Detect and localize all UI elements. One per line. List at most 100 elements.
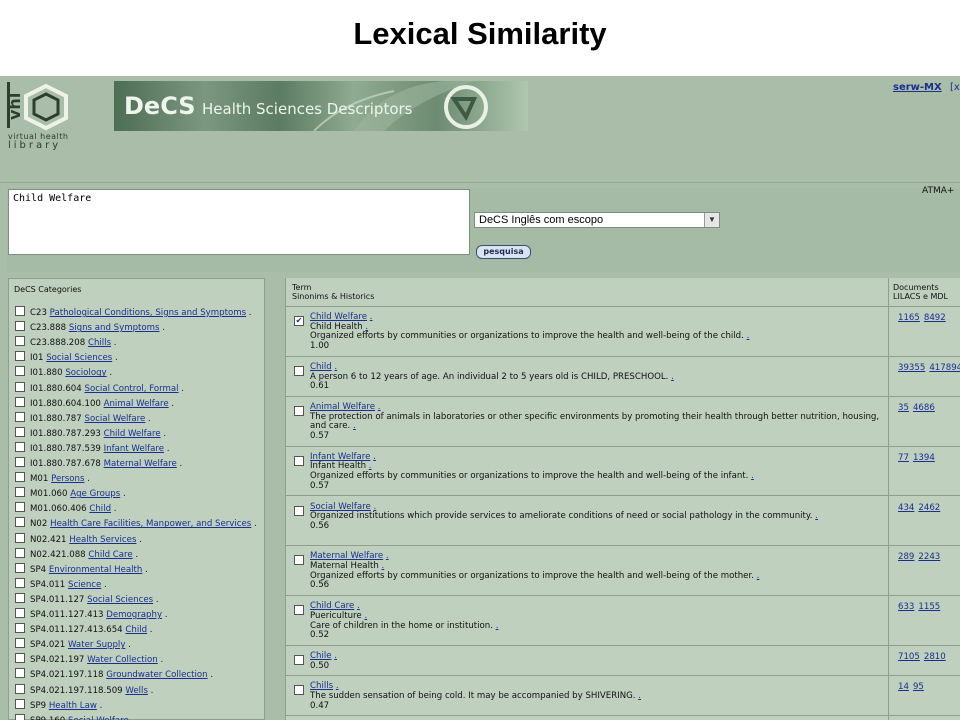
desc-dot-link[interactable]: . [751, 471, 754, 481]
category-link[interactable]: Persons [51, 474, 84, 484]
lilacs-count-link[interactable]: 289 [898, 552, 914, 562]
term-dot-link[interactable]: . [386, 551, 389, 561]
category-link[interactable]: Social Welfare [68, 716, 129, 720]
synonym-dot-link[interactable]: . [382, 561, 385, 571]
category-checkbox[interactable] [15, 457, 25, 467]
lilacs-count-link[interactable]: 14 [898, 682, 909, 692]
desc-dot-link[interactable]: . [638, 691, 641, 701]
desc-dot-link[interactable]: . [496, 621, 499, 631]
term-link[interactable]: Animal Welfare [310, 402, 375, 412]
category-link[interactable]: Water Collection [87, 655, 158, 665]
category-link[interactable]: Social Sciences [87, 595, 153, 605]
category-checkbox[interactable] [15, 638, 25, 649]
synonym-dot-link[interactable]: . [364, 611, 367, 621]
category-checkbox[interactable] [15, 472, 25, 483]
term-dot-link[interactable]: . [370, 312, 373, 322]
category-link[interactable]: Pathological Conditions, Signs and Sympt… [50, 308, 246, 318]
category-checkbox[interactable] [15, 577, 25, 588]
desc-dot-link[interactable]: . [757, 571, 760, 581]
lilacs-count-link[interactable]: 633 [898, 602, 914, 612]
mdl-count-link[interactable]: 1155 [918, 602, 940, 612]
serw-mx-link[interactable]: serw-MX [893, 82, 942, 93]
lilacs-count-link[interactable]: 434 [898, 503, 914, 513]
category-checkbox[interactable] [15, 592, 25, 603]
term-dot-link[interactable]: . [378, 402, 381, 412]
category-checkbox[interactable] [15, 366, 25, 377]
category-link[interactable]: Health Services [69, 535, 136, 545]
category-checkbox[interactable] [15, 562, 25, 573]
category-checkbox[interactable] [15, 426, 25, 437]
category-link[interactable]: Environmental Health [49, 565, 142, 575]
term-checkbox[interactable] [294, 505, 304, 516]
term-checkbox[interactable] [294, 555, 304, 566]
term-checkbox[interactable] [294, 685, 304, 696]
category-checkbox[interactable] [15, 411, 25, 422]
category-link[interactable]: Signs and Symptoms [69, 323, 160, 333]
desc-dot-link[interactable]: . [747, 331, 750, 342]
term-link[interactable]: Child [310, 362, 332, 372]
desc-dot-link[interactable]: . [353, 421, 356, 431]
atma-label[interactable]: ATMA+ [922, 186, 954, 196]
mdl-count-link[interactable]: 8492 [924, 313, 946, 323]
query-textarea[interactable]: Child Welfare [8, 189, 470, 255]
lilacs-count-link[interactable]: 35 [898, 403, 909, 413]
desc-dot-link[interactable]: . [671, 372, 674, 382]
term-link[interactable]: Social Welfare [310, 502, 371, 512]
category-checkbox[interactable] [15, 532, 25, 543]
category-link[interactable]: Chills [88, 338, 111, 348]
term-dot-link[interactable]: . [373, 452, 376, 462]
mdl-count-link[interactable]: 417894 [929, 363, 960, 373]
category-link[interactable]: Maternal Welfare [104, 459, 177, 469]
category-checkbox[interactable] [15, 487, 25, 498]
category-link[interactable]: Water Supply [68, 640, 125, 650]
term-link[interactable]: Chills [310, 681, 333, 691]
mdl-count-link[interactable]: 2462 [918, 503, 940, 513]
category-link[interactable]: Social Control, Formal [84, 384, 178, 394]
chevron-down-icon[interactable]: ▼ [704, 213, 719, 227]
category-link[interactable]: Child Care [88, 550, 132, 560]
term-checkbox[interactable]: ✔ [294, 316, 304, 326]
term-checkbox[interactable] [294, 605, 304, 616]
category-link[interactable]: Science [68, 580, 101, 590]
term-checkbox[interactable] [294, 455, 304, 466]
lilacs-count-link[interactable]: 39355 [898, 363, 925, 373]
category-link[interactable]: Social Welfare [84, 414, 145, 424]
category-link[interactable]: Animal Welfare [104, 399, 169, 409]
category-checkbox[interactable] [15, 502, 25, 513]
category-link[interactable]: Health Care Facilities, Manpower, and Se… [50, 519, 251, 529]
category-checkbox[interactable] [15, 713, 25, 720]
term-checkbox[interactable] [294, 405, 304, 416]
category-checkbox[interactable] [15, 623, 25, 634]
lilacs-count-link[interactable]: 1165 [898, 313, 920, 323]
mdl-count-link[interactable]: 95 [913, 682, 924, 692]
mdl-count-link[interactable]: 2243 [918, 552, 940, 562]
category-checkbox[interactable] [15, 321, 25, 332]
term-link[interactable]: Infant Welfare [310, 452, 370, 462]
category-link[interactable]: Age Groups [70, 489, 120, 499]
category-link[interactable]: Social Sciences [46, 353, 112, 363]
category-checkbox[interactable] [15, 396, 25, 407]
category-checkbox[interactable] [15, 517, 25, 528]
lilacs-count-link[interactable]: 77 [898, 453, 909, 463]
category-checkbox[interactable] [15, 698, 25, 709]
category-link[interactable]: Child Welfare [104, 429, 161, 439]
category-link[interactable]: Child [125, 625, 147, 635]
search-button[interactable]: pesquisa [476, 245, 531, 259]
term-link[interactable]: Child Welfare [310, 312, 367, 322]
category-checkbox[interactable] [15, 653, 25, 664]
category-link[interactable]: Sociology [65, 368, 106, 378]
category-checkbox[interactable] [15, 441, 25, 452]
term-dot-link[interactable]: . [374, 502, 377, 512]
synonym-dot-link[interactable]: . [369, 461, 372, 472]
category-checkbox[interactable] [15, 668, 25, 679]
category-checkbox[interactable] [15, 351, 25, 362]
category-checkbox[interactable] [15, 306, 25, 316]
term-dot-link[interactable]: . [334, 362, 337, 372]
category-checkbox[interactable] [15, 608, 25, 618]
term-checkbox[interactable] [294, 654, 304, 665]
synonym-dot-link[interactable]: . [365, 322, 368, 332]
category-checkbox[interactable] [15, 683, 25, 694]
lilacs-count-link[interactable]: 7105 [898, 652, 920, 662]
category-checkbox[interactable] [15, 547, 25, 558]
category-link[interactable]: Infant Welfare [104, 444, 164, 454]
